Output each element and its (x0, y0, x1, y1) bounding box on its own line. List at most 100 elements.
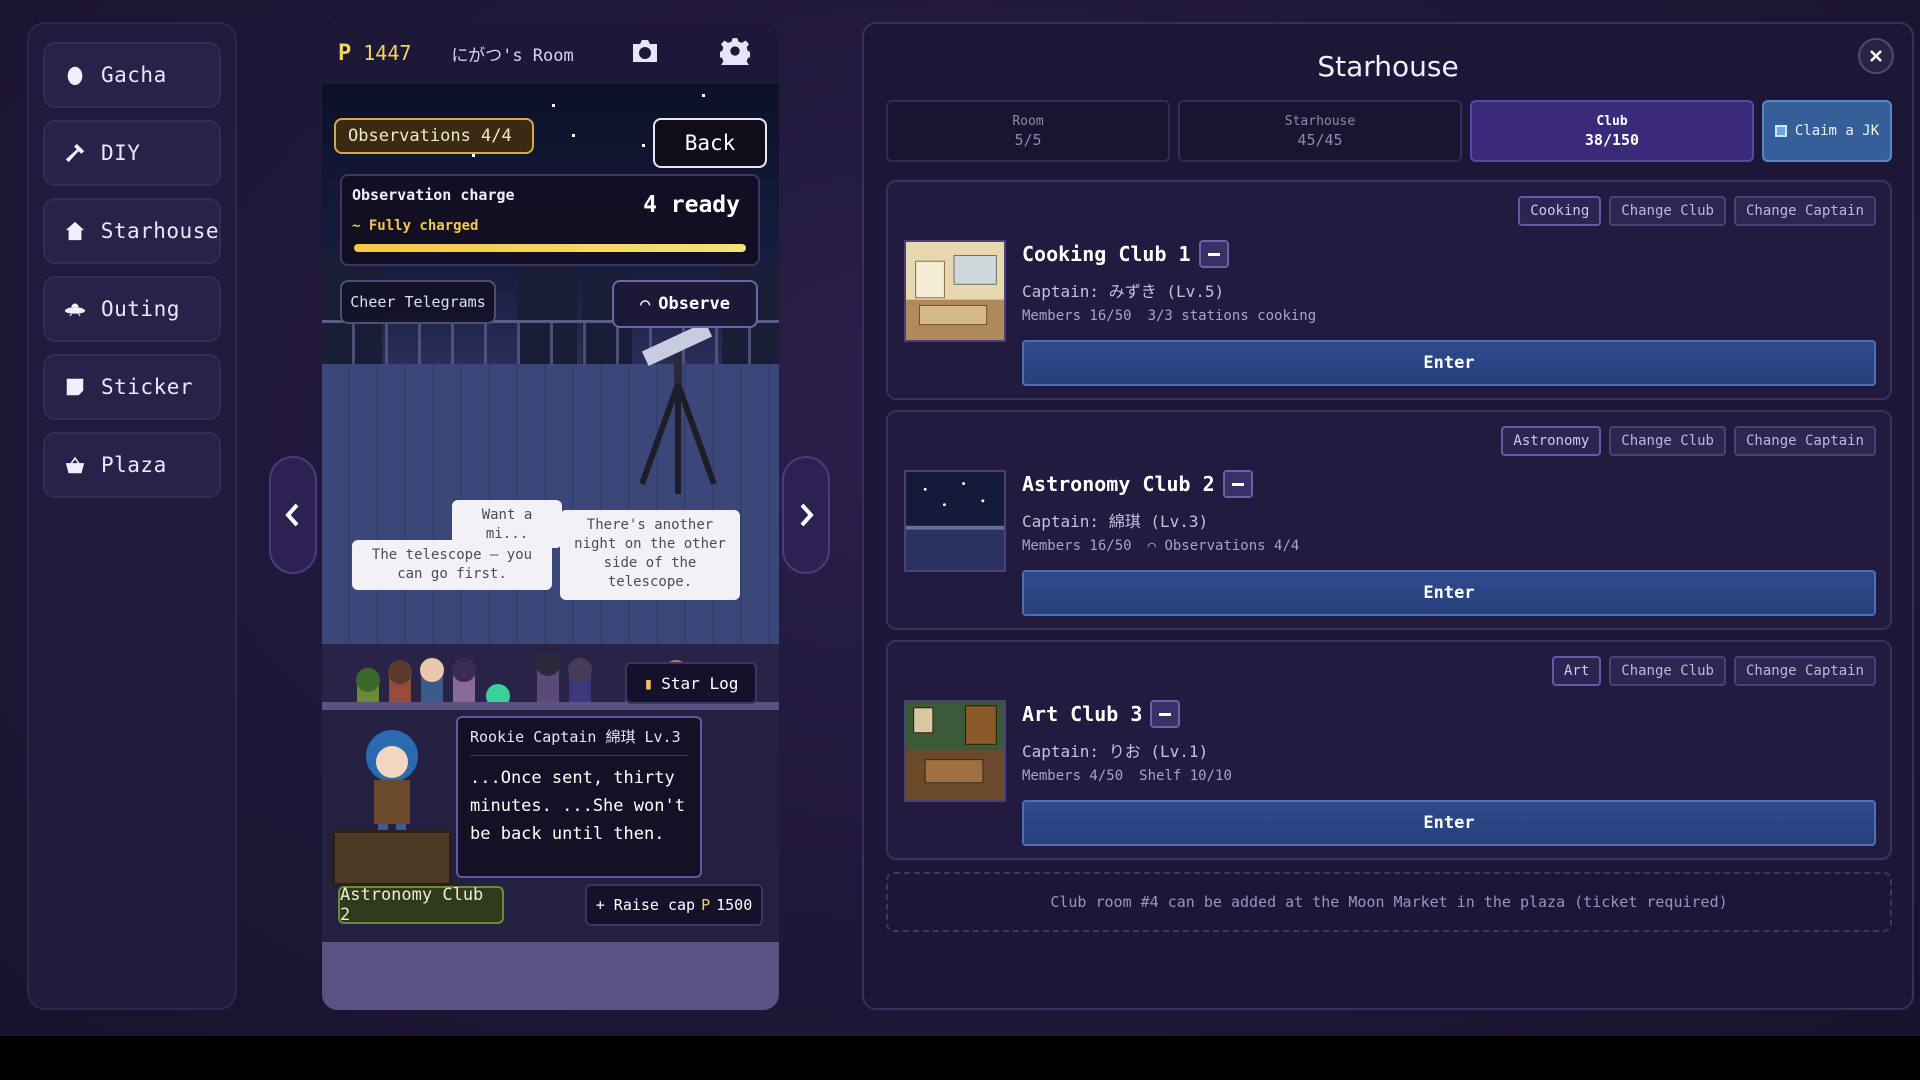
sidebar-item-plaza[interactable]: Plaza (43, 432, 221, 498)
charge-progress-bar (354, 244, 746, 252)
enter-button[interactable]: Enter (1022, 340, 1876, 386)
game-bottom-area (322, 942, 779, 1010)
tab-starhouse[interactable]: Starhouse 45/45 (1178, 100, 1462, 162)
club-members: Members 16/50 (1022, 538, 1132, 554)
club-name-text: Art Club 3 (1022, 702, 1143, 726)
claim-icon (1774, 125, 1787, 137)
chevron-left-icon (285, 503, 299, 527)
sidebar-item-gacha[interactable]: Gacha (43, 42, 221, 108)
club-extra: ⌒ Observations 4/4 (1147, 538, 1300, 554)
cooking-club-thumbnail (904, 240, 1006, 342)
scroll-icon: ▮ (643, 673, 654, 693)
star-decor (642, 144, 645, 147)
club-actions: Astronomy Change Club Change Captain (1501, 426, 1876, 456)
enter-button[interactable]: Enter (1022, 800, 1876, 846)
dialog-box: Rookie Captain 綿琪 Lv.3 ...Once sent, thi… (456, 716, 702, 878)
tab-value: 5/5 (1014, 131, 1042, 149)
club-type-button[interactable]: Cooking (1518, 196, 1602, 226)
tab-label: Starhouse (1284, 114, 1356, 129)
club-meta: Members 16/50 ⌒ Observations 4/4 (1022, 538, 1299, 554)
club-captain: Captain: 綿琪 (Lv.3) (1022, 512, 1209, 531)
gear-icon[interactable] (718, 37, 752, 71)
sidebar-item-sticker[interactable]: Sticker (43, 354, 221, 420)
tab-value: 38/150 (1584, 131, 1640, 149)
game-top-bar: P 1447 にがつ's Room (322, 22, 779, 84)
close-button[interactable] (1858, 38, 1894, 74)
club-extra-text: Observations 4/4 (1164, 538, 1300, 554)
next-arrow-button[interactable] (782, 456, 830, 574)
star-decor (702, 94, 705, 97)
club-type-button[interactable]: Art (1551, 656, 1602, 686)
club-meta: Members 4/50 Shelf 10/10 (1022, 768, 1232, 784)
sidebar-item-diy[interactable]: DIY (43, 120, 221, 186)
sidebar-item-outing[interactable]: Outing (43, 276, 221, 342)
rename-button[interactable] (1150, 700, 1181, 728)
dialog-text: ...Once sent, thirty minutes. ...She won… (470, 768, 685, 844)
change-club-button[interactable]: Change Club (1609, 196, 1726, 226)
charge-ready-count: 4 ready (643, 192, 740, 218)
dialog-speaker: Rookie Captain 綿琪 Lv.3 (470, 726, 688, 756)
club-meta: Members 16/50 3/3 stations cooking (1022, 308, 1316, 324)
club-actions: Cooking Change Club Change Captain (1518, 196, 1876, 226)
panel-tabs: Room 5/5 Starhouse 45/45 Club 38/150 Cla… (886, 100, 1892, 162)
club-type-button[interactable]: Astronomy (1501, 426, 1602, 456)
charge-progress-fill (354, 244, 746, 252)
egg-icon (63, 63, 87, 87)
club-captain: Captain: りお (Lv.1) (1022, 742, 1209, 761)
club-name: Art Club 3 (1022, 700, 1181, 728)
change-club-button[interactable]: Change Club (1609, 426, 1726, 456)
club-extra: 3/3 stations cooking (1147, 308, 1317, 324)
captain-portrait (366, 730, 418, 840)
currency-icon: P (338, 40, 352, 66)
star-log-button[interactable]: ▮ Star Log (625, 662, 757, 704)
claim-jk-button[interactable]: Claim a JK (1762, 100, 1892, 162)
telescope-sprite (639, 324, 717, 494)
currency-value: 1447 (363, 41, 412, 65)
club-members: Members 4/50 (1022, 768, 1124, 784)
star-decor (472, 154, 475, 157)
telescope-icon: ⌒ (640, 294, 651, 314)
room-name: にがつ's Room (451, 45, 574, 66)
sidebar-item-label: Starhouse (100, 219, 219, 243)
sidebar-item-starhouse[interactable]: Starhouse (43, 198, 221, 264)
astronomy-club-thumbnail (904, 470, 1006, 572)
raise-cap-button[interactable]: + Raise cap P 1500 (585, 884, 763, 926)
podium-decor (332, 830, 452, 886)
rename-button[interactable] (1198, 240, 1229, 268)
club-card: Astronomy Change Club Change Captain Ast… (886, 410, 1892, 630)
enter-button[interactable]: Enter (1022, 570, 1876, 616)
previous-arrow-button[interactable] (269, 456, 317, 574)
change-captain-button[interactable]: Change Captain (1733, 426, 1876, 456)
minus-icon (1207, 252, 1220, 256)
change-club-button[interactable]: Change Club (1609, 656, 1726, 686)
sidebar-item-label: Outing (101, 297, 180, 321)
club-actions: Art Change Club Change Captain (1551, 656, 1876, 686)
raise-cap-label: + Raise cap (595, 896, 696, 914)
change-captain-button[interactable]: Change Captain (1733, 656, 1876, 686)
sidebar-item-label: Sticker (101, 375, 194, 399)
basket-icon (63, 453, 87, 477)
minus-icon (1231, 482, 1244, 486)
back-button[interactable]: Back (653, 118, 767, 168)
club-members: Members 16/50 (1022, 308, 1132, 324)
cheer-telegrams-button[interactable]: Cheer Telegrams (340, 280, 496, 324)
speech-bubble: The telescope — you can go first. (352, 540, 552, 590)
claim-label: Claim a JK (1794, 123, 1880, 139)
ufo-icon (63, 297, 87, 321)
tab-room[interactable]: Room 5/5 (886, 100, 1170, 162)
sticker-icon (63, 375, 87, 399)
rename-button[interactable] (1222, 470, 1253, 498)
speech-bubble: There's another night on the other side … (560, 510, 740, 600)
tab-club[interactable]: Club 38/150 (1470, 100, 1754, 162)
star-decor (572, 134, 575, 137)
chevron-right-icon (800, 503, 814, 527)
change-captain-button[interactable]: Change Captain (1733, 196, 1876, 226)
camera-icon[interactable] (630, 37, 660, 70)
close-icon (1870, 50, 1882, 62)
club-card: Art Change Club Change Captain Art Club … (886, 640, 1892, 860)
observe-button[interactable]: ⌒ Observe (612, 280, 758, 328)
app-background: Gacha DIY Starhouse Outing Sticker Plaza (0, 0, 1920, 1036)
club-name: Cooking Club 1 (1022, 240, 1229, 268)
raise-cap-cost: 1500 (716, 896, 753, 914)
tab-label: Room (1012, 114, 1044, 129)
